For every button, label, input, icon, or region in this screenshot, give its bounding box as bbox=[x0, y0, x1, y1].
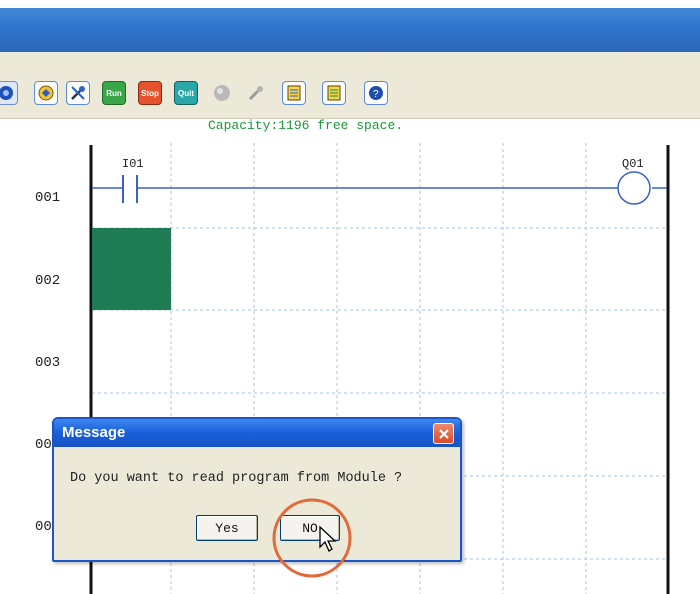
row-label: 002 bbox=[35, 273, 61, 289]
help-icon[interactable]: ? bbox=[364, 81, 388, 105]
stop-label: Stop bbox=[141, 88, 159, 98]
quit-button[interactable]: Quit bbox=[174, 81, 198, 105]
capacity-status: Capacity:1196 free space. bbox=[208, 118, 403, 133]
dialog-titlebar: Message bbox=[54, 419, 460, 447]
blue-circle-icon[interactable] bbox=[0, 81, 18, 105]
contact-label: I01 bbox=[122, 157, 144, 171]
gray-circle-icon[interactable] bbox=[210, 81, 234, 105]
close-icon bbox=[438, 428, 449, 439]
menu-bar bbox=[0, 52, 700, 75]
dialog-title: Message bbox=[62, 424, 126, 441]
capacity-prefix: Capacity: bbox=[208, 118, 279, 133]
capacity-value: 1196 bbox=[278, 118, 310, 133]
message-dialog: Message Do you want to read program from… bbox=[52, 417, 462, 562]
yes-label: Yes bbox=[215, 520, 239, 536]
run-label: Run bbox=[106, 88, 122, 98]
tools-icon[interactable] bbox=[66, 81, 90, 105]
stop-button[interactable]: Stop bbox=[138, 81, 162, 105]
gray-tool-icon[interactable] bbox=[244, 81, 268, 105]
read-module-icon[interactable] bbox=[34, 81, 58, 105]
window-titlebar bbox=[0, 0, 700, 52]
run-button[interactable]: Run bbox=[102, 81, 126, 105]
contact-i01[interactable] bbox=[118, 173, 142, 205]
highlight-circle bbox=[272, 498, 352, 578]
coil-q01[interactable] bbox=[614, 170, 654, 206]
quit-label: Quit bbox=[178, 88, 194, 98]
mouse-cursor-icon bbox=[319, 525, 337, 552]
capacity-suffix: free space. bbox=[309, 118, 404, 133]
close-button[interactable] bbox=[433, 423, 454, 444]
selected-cell[interactable] bbox=[92, 228, 171, 310]
row-label: 001 bbox=[35, 190, 61, 206]
dialog-message: Do you want to read program from Module … bbox=[70, 471, 403, 486]
green-doc-icon[interactable] bbox=[322, 81, 346, 105]
coil-label: Q01 bbox=[622, 157, 644, 171]
row-label: 003 bbox=[35, 355, 61, 371]
yellow-doc-icon[interactable] bbox=[282, 81, 306, 105]
svg-text:?: ? bbox=[373, 89, 379, 100]
yes-button[interactable]: Yes bbox=[196, 515, 258, 541]
